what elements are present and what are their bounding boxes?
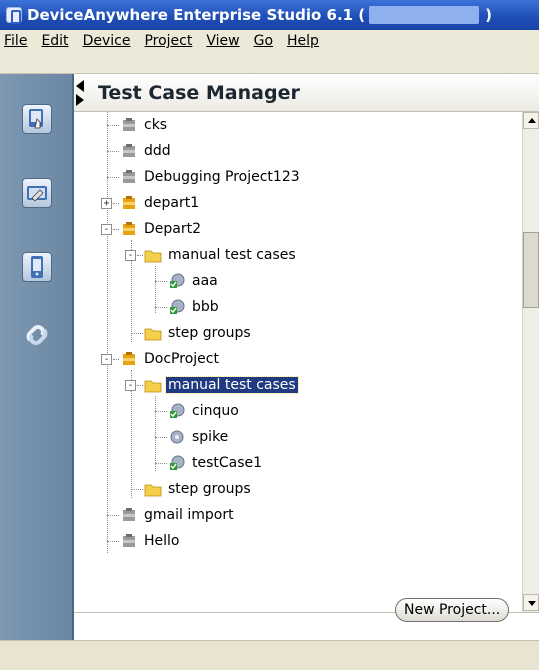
tree-node-bbb[interactable]: bbb [168,296,221,318]
tree-node-testcase1[interactable]: testCase1 [168,452,264,474]
panel-header: Test Case Manager [74,74,539,112]
tree-node-label: gmail import [144,507,234,523]
expand-depart1-icon[interactable]: + [101,198,112,209]
test-case-checked-icon [170,455,185,470]
redacted-title-segment [369,6,480,24]
tree-node-label: step groups [168,481,251,497]
tree-node-label: aaa [192,273,218,289]
menu-help[interactable]: Help [287,33,319,49]
menu-bar: File Edit Device Project View Go Help [0,30,539,74]
tree-node-label: DocProject [144,351,219,367]
app-icon [6,7,22,24]
window-title: DeviceAnywhere Enterprise Studio 6.1 ( [27,6,366,24]
project-closed-icon [123,144,135,157]
test-case-tool-icon[interactable] [22,104,52,134]
tree-node-step-groups[interactable]: step groups [144,322,253,344]
tree-node-label: manual test cases [168,247,296,263]
folder-icon [144,380,162,393]
tree-node-label: testCase1 [192,455,263,471]
tree-node-depart1[interactable]: depart1 [120,192,201,214]
tree-node-ddd[interactable]: ddd [120,140,173,162]
status-bar [0,640,539,670]
project-open-icon [123,222,135,235]
tree-node-label: bbb [192,299,219,315]
menu-go[interactable]: Go [254,33,273,49]
test-case-checked-icon [170,403,185,418]
panel-title: Test Case Manager [98,82,300,104]
menu-file[interactable]: File [4,33,27,49]
collapse-manual-test-cases-icon[interactable]: - [125,250,136,261]
menu-device[interactable]: Device [83,33,131,49]
tree-node-label: manual test cases [165,376,299,394]
test-case-checked-icon [170,299,185,314]
folder-icon [144,328,162,341]
left-toolbar [0,74,74,640]
test-case-manager-panel: Test Case Manager + - - - - cks ddd Debu… [74,74,539,640]
settings-tool-icon[interactable] [22,178,52,208]
menu-project[interactable]: Project [144,33,192,49]
tree-node-label: cinquo [192,403,239,419]
tree-node-spike[interactable]: spike [168,426,230,448]
collapse-docproject-icon[interactable]: - [101,354,112,365]
tree-node-label: step groups [168,325,251,341]
test-case-icon [170,430,184,444]
tree-node-manual-test-cases-selected[interactable]: manual test cases [144,374,299,396]
tree-node-label: Hello [144,533,180,549]
tree-node-label: Depart2 [144,221,202,237]
scroll-down-icon[interactable] [523,594,539,611]
new-project-button[interactable]: New Project... [395,598,510,622]
title-bar[interactable]: DeviceAnywhere Enterprise Studio 6.1 ( ) [0,0,539,30]
tree-node-label: depart1 [144,195,200,211]
tree-scrollbar[interactable] [522,112,539,612]
tree-node-cinquo[interactable]: cinquo [168,400,241,422]
tree-node-debugging-project123[interactable]: Debugging Project123 [120,166,302,188]
collapse-manual-test-cases-icon[interactable]: - [125,380,136,391]
tree-node-label: Debugging Project123 [144,169,300,185]
device-tool-icon[interactable] [22,252,52,282]
menu-edit[interactable]: Edit [41,33,68,49]
window-title-suffix: ) [485,6,493,24]
tree-node-label: spike [192,429,229,445]
project-open-icon [123,196,135,209]
project-closed-icon [123,118,135,131]
project-closed-icon [123,170,135,183]
tree-node-docproject[interactable]: DocProject [120,348,221,370]
tree-node-label: ddd [144,143,171,159]
tree-node-aaa[interactable]: aaa [168,270,220,292]
tree-node-hello[interactable]: Hello [120,530,182,552]
tree-node-cks[interactable]: cks [120,114,169,136]
project-tree[interactable]: + - - - - cks ddd Debugging Project123 d… [86,112,522,612]
tree-node-label: cks [144,117,168,133]
scroll-thumb[interactable] [523,232,539,308]
project-closed-icon [123,508,135,521]
menu-view[interactable]: View [206,33,239,49]
scroll-up-icon[interactable] [523,112,539,129]
tree-node-depart2[interactable]: Depart2 [120,218,203,240]
project-closed-icon [123,534,135,547]
collapse-arrows-icon[interactable] [76,80,84,106]
tree-node-gmail-import[interactable]: gmail import [120,504,236,526]
link-tool-icon[interactable] [20,318,54,352]
folder-icon [144,250,162,263]
collapse-depart2-icon[interactable]: - [101,224,112,235]
tree-node-step-groups[interactable]: step groups [144,478,253,500]
folder-icon [144,484,162,497]
project-open-icon [123,352,135,365]
test-case-checked-icon [170,273,185,288]
tree-node-manual-test-cases[interactable]: manual test cases [144,244,298,266]
